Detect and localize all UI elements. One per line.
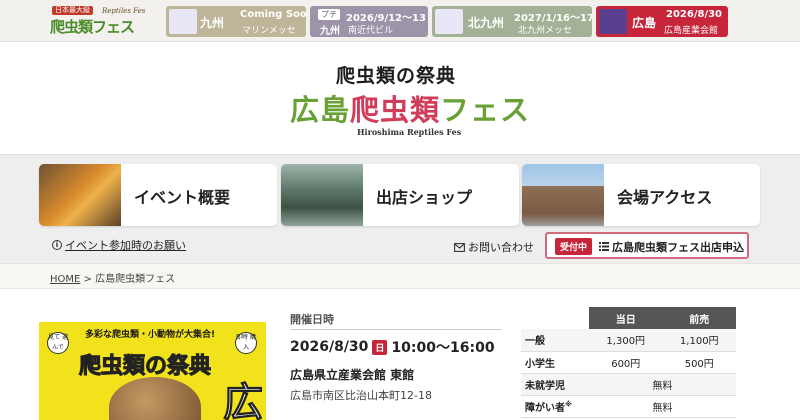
event-date: 2026/9/12～13: [346, 13, 426, 24]
event-region: 九州: [320, 26, 340, 37]
price-category: 一般: [521, 329, 589, 352]
nav-image-shops: [281, 164, 363, 226]
main-nav: イベント概要 出店ショップ 会場アクセス i イベント参加時のお願い お問い合わ…: [0, 154, 800, 263]
nav-image-venue: [522, 164, 604, 226]
table-header-today: 当日: [589, 307, 663, 329]
hero-logo: 爬虫類の祭典 広島爬虫類フェス Hiroshima Reptiles Fes: [0, 43, 800, 154]
hero-title-main: 広島爬虫類フェス: [290, 87, 530, 129]
event-region: 広島: [632, 16, 657, 30]
event-venue: 広島産業会館: [664, 26, 719, 36]
event-time-value: 10:00～16:00: [391, 340, 495, 356]
nav-label: イベント概要: [134, 188, 231, 207]
event-datetime: 2026/8/30 日 10:00～16:00: [290, 337, 495, 357]
nav-event-overview[interactable]: イベント概要: [39, 164, 277, 226]
event-prefix: プチ: [318, 9, 340, 20]
poster-badge-left: 見て 選んで: [47, 332, 69, 354]
price-category: 未就学児: [521, 373, 589, 396]
price-free: 無料: [589, 373, 736, 396]
event-card-kyushu[interactable]: 九州 Coming Soon マリンメッセ: [166, 6, 306, 37]
poster-title: 爬虫類の祭典: [78, 354, 212, 380]
event-card-kitakyushu[interactable]: 北九州 2027/1/16～17 北九州メッセ: [432, 6, 592, 37]
breadcrumb-current: 広島爬虫類フェス: [95, 274, 176, 285]
event-thumbnail: [169, 9, 197, 34]
event-card-hiroshima[interactable]: 広島 2026/8/30 広島産業会館: [596, 6, 728, 37]
lizard-illustration: [109, 377, 201, 420]
notice-link[interactable]: i イベント参加時のお願い: [52, 237, 186, 253]
schedule-label: 開催日時: [290, 313, 334, 326]
price-today: 1,300円: [589, 329, 663, 352]
event-poster: 見て 選んで 多彩な爬虫類・小動物が大集合! 爬虫類の祭典 即時 購入 広: [39, 322, 266, 420]
price-today: 600円: [589, 351, 663, 374]
notice-label: イベント参加時のお願い: [65, 239, 186, 252]
breadcrumb-home[interactable]: HOME: [50, 274, 80, 285]
hero-title-part: 広島: [290, 93, 351, 127]
nav-label: 会場アクセス: [617, 188, 713, 207]
info-icon: i: [52, 240, 62, 250]
price-free: 無料: [589, 395, 736, 418]
venue-name: 広島県立産業会館 東館: [290, 368, 415, 382]
poster-badge-right: 即時 購入: [235, 332, 257, 354]
day-badge: 日: [372, 339, 388, 355]
logo-en: Reptiles Fes: [102, 7, 146, 15]
table-header-advance: 前売: [662, 307, 736, 329]
apply-label: 広島爬虫類フェス出店申込: [612, 241, 744, 254]
contact-link[interactable]: お問い合わせ: [454, 239, 534, 255]
event-thumbnail: [599, 9, 627, 34]
hero-title-part: 爬虫類: [350, 93, 441, 127]
mail-icon: [454, 242, 465, 252]
price-category: 小学生: [521, 351, 589, 374]
hero-title-top: 爬虫類の祭典: [336, 65, 457, 87]
table-row: 障がい者※ 無料: [521, 395, 736, 418]
venue-address: 広島市南区比治山本町12-18: [290, 389, 432, 402]
event-date: Coming Soon: [240, 9, 306, 20]
list-icon: [599, 242, 609, 251]
nav-image-gecko: [39, 164, 121, 226]
price-category-label: 障がい者: [525, 402, 565, 414]
event-region: 九州: [200, 16, 225, 30]
nav-label: 出店ショップ: [376, 188, 473, 207]
event-venue: 北九州メッセ: [518, 26, 573, 36]
nav-shops[interactable]: 出店ショップ: [281, 164, 519, 226]
logo-tag: 日本最大級: [52, 6, 93, 15]
event-card-petit-kyushu[interactable]: プチ 九州 2026/9/12～13 南近代ビル: [310, 6, 428, 37]
hero-title-part: フェス: [440, 93, 531, 127]
table-header-blank: [521, 307, 589, 329]
table-row: 小学生 600円 500円: [521, 351, 736, 374]
apply-status-badge: 受付中: [555, 238, 593, 255]
event-date: 2026/8/30: [666, 9, 723, 20]
table-row: 未就学児 無料: [521, 373, 736, 396]
event-venue: マリンメッセ: [242, 26, 296, 36]
event-thumbnail: [435, 9, 463, 34]
footnote-mark: ※: [565, 400, 572, 409]
poster-big-char: 広: [223, 380, 264, 420]
event-venue: 南近代ビル: [348, 26, 394, 36]
event-date: 2027/1/16～17: [514, 13, 592, 24]
event-region: 北九州: [468, 16, 505, 30]
divider: [290, 329, 502, 330]
table-row: 一般 1,300円 1,100円: [521, 329, 736, 352]
shop-apply-button[interactable]: 受付中 広島爬虫類フェス出店申込: [545, 232, 749, 259]
price-category: 障がい者※: [521, 395, 589, 418]
logo-name: 爬虫類フェス: [50, 18, 135, 36]
ticket-price-table: 当日 前売 一般 1,300円 1,100円 小学生 600円 500円 未就学…: [521, 307, 736, 418]
price-header-row: 当日 前売: [521, 307, 736, 329]
hero-title-en: Hiroshima Reptiles Fes: [357, 127, 462, 137]
price-advance: 500円: [662, 351, 736, 374]
price-advance: 1,100円: [662, 329, 736, 352]
breadcrumb-separator: >: [83, 274, 92, 285]
site-logo[interactable]: 日本最大級 爬虫類フェス Reptiles Fes: [42, 6, 162, 36]
contact-label: お問い合わせ: [468, 241, 534, 254]
poster-tagline: 多彩な爬虫類・小動物が大集合!: [85, 330, 216, 340]
breadcrumb: HOME > 広島爬虫類フェス: [0, 263, 800, 289]
event-date-value: 2026/8/30: [290, 339, 369, 355]
nav-access[interactable]: 会場アクセス: [522, 164, 760, 226]
event-switcher-bar: 日本最大級 爬虫類フェス Reptiles Fes 九州 Coming Soon…: [0, 0, 800, 42]
